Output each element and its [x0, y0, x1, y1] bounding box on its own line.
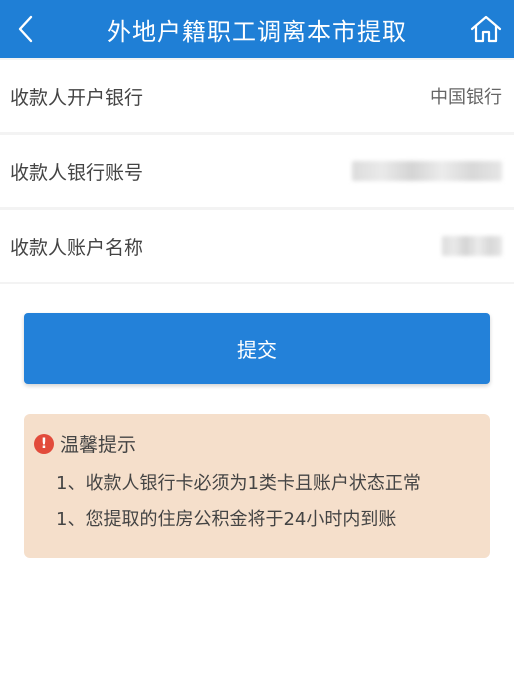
exclamation-icon: ! [34, 433, 54, 454]
name-value-redacted [442, 236, 502, 256]
tip-line-1: 1、收款人银行卡必须为1类卡且账户状态正常 [56, 473, 421, 494]
home-icon [470, 15, 502, 43]
home-button[interactable] [466, 9, 506, 49]
submit-button[interactable]: 提交 [24, 313, 490, 384]
name-row[interactable]: 收款人账户名称 [0, 210, 514, 282]
tip-title: 温馨提示 [60, 434, 137, 456]
back-button[interactable] [6, 9, 46, 49]
header-bar: 外地户籍职工调离本市提取 [0, 0, 514, 58]
account-row[interactable]: 收款人银行账号 [0, 135, 514, 207]
bank-label: 收款人开户银行 [10, 86, 144, 109]
account-value-redacted [352, 161, 502, 181]
page-title: 外地户籍职工调离本市提取 [107, 17, 407, 46]
tip-box: ! 温馨提示 1、收款人银行卡必须为1类卡且账户状态正常 1、您提取的住房公积金… [24, 414, 490, 558]
tip-line-2: 1、您提取的住房公积金将于24小时内到账 [56, 509, 397, 530]
account-label: 收款人银行账号 [10, 161, 144, 184]
bank-value: 中国银行 [430, 87, 502, 108]
tip-header: ! 温馨提示 [34, 430, 478, 457]
bank-row[interactable]: 收款人开户银行 中国银行 [0, 60, 514, 132]
name-label: 收款人账户名称 [10, 236, 144, 259]
chevron-left-icon [18, 15, 33, 43]
